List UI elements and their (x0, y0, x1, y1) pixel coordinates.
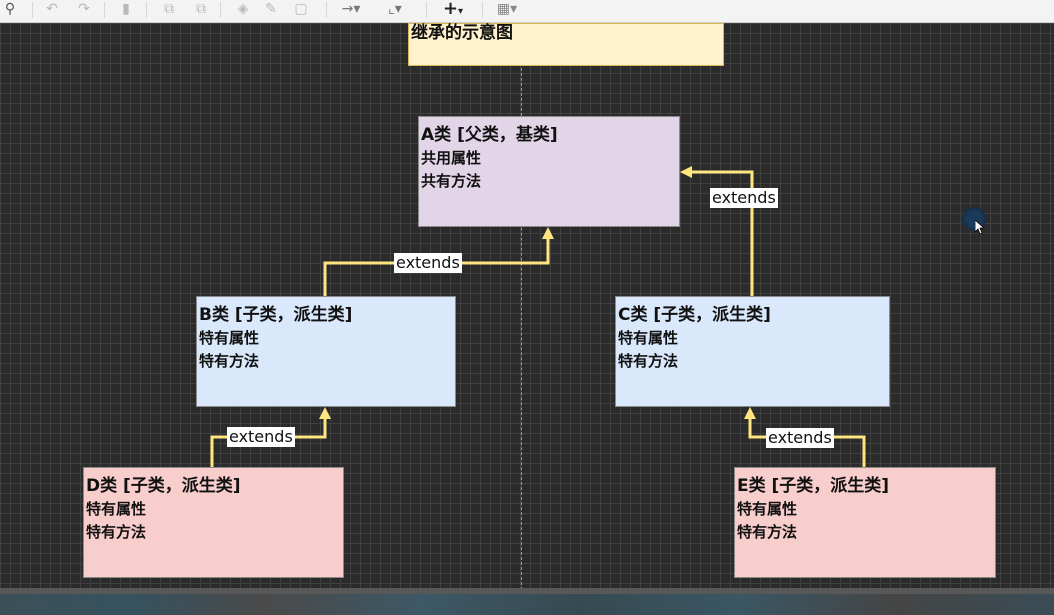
node-d-title: D类 [子类，派生类] (86, 476, 241, 496)
node-b[interactable]: B类 [子类，派生类] 特有属性 特有方法 (196, 296, 456, 407)
toolbar-separator (426, 2, 427, 18)
node-b-attributes: 特有属性 (199, 329, 260, 347)
node-c-methods: 特有方法 (618, 352, 679, 370)
toolbar-separator (482, 2, 483, 18)
node-d-methods: 特有方法 (86, 523, 147, 541)
edge-label-e-to-c[interactable]: extends (766, 428, 834, 448)
connection-icon[interactable]: →▾ (336, 0, 366, 22)
redo-icon[interactable]: ↷ (76, 0, 92, 22)
mouse-pointer-icon (975, 220, 985, 234)
edge-label-c-to-a[interactable]: extends (710, 188, 778, 208)
shadow-icon[interactable]: ▢ (292, 0, 310, 22)
toolbar-separator (104, 2, 105, 18)
node-a-attributes: 共用属性 (421, 149, 482, 167)
toolbar-separator (146, 2, 147, 18)
undo-icon[interactable]: ↶ (44, 0, 60, 22)
node-d-attributes: 特有属性 (86, 500, 147, 518)
node-c[interactable]: C类 [子类，派生类] 特有属性 特有方法 (615, 296, 890, 407)
to-front-icon[interactable]: ⧉ (160, 0, 178, 22)
line-color-icon[interactable]: ✎ (262, 0, 280, 22)
node-c-attributes: 特有属性 (618, 329, 679, 347)
node-e[interactable]: E类 [子类，派生类] 特有属性 特有方法 (734, 467, 996, 578)
to-back-icon[interactable]: ⧉ (192, 0, 210, 22)
toolbar-separator (220, 2, 221, 18)
table-icon[interactable]: ▦▾ (492, 0, 522, 22)
diagram-canvas[interactable]: 继承的示意图 extends extends extends extends A… (0, 23, 1054, 590)
toolbar: ⚲ ↶ ↷ ▮ ⧉ ⧉ ◈ ✎ ▢ →▾ ⌞▾ +▾ ▦▾ (0, 0, 1054, 23)
toolbar-separator (32, 2, 33, 18)
toolbar-separator (326, 2, 327, 18)
node-b-methods: 特有方法 (199, 352, 260, 370)
node-d[interactable]: D类 [子类，派生类] 特有属性 特有方法 (83, 467, 344, 578)
edge-label-b-to-a[interactable]: extends (394, 253, 462, 273)
arrowhead-b-to-a (542, 227, 554, 239)
zoom-out-icon[interactable]: ⚲ (2, 0, 18, 22)
arrowhead-e-to-c (744, 407, 756, 419)
node-a-methods: 共有方法 (421, 172, 482, 190)
waypoints-icon[interactable]: ⌞▾ (380, 0, 410, 22)
node-e-title: E类 [子类，派生类] (737, 476, 890, 496)
node-e-attributes: 特有属性 (737, 500, 798, 518)
edge-label-d-to-b[interactable]: extends (227, 427, 295, 447)
node-e-methods: 特有方法 (737, 523, 798, 541)
delete-icon[interactable]: ▮ (118, 0, 134, 22)
node-a[interactable]: A类 [父类，基类] 共用属性 共有方法 (418, 116, 680, 227)
node-c-title: C类 [子类，派生类] (618, 305, 771, 325)
fill-color-icon[interactable]: ◈ (234, 0, 252, 22)
bottom-strip (0, 588, 1054, 615)
node-b-title: B类 [子类，派生类] (199, 305, 353, 325)
node-a-title: A类 [父类，基类] (421, 125, 558, 145)
insert-icon[interactable]: +▾ (438, 0, 468, 22)
arrowhead-c-to-a (680, 166, 692, 178)
arrowhead-d-to-b (319, 407, 331, 419)
